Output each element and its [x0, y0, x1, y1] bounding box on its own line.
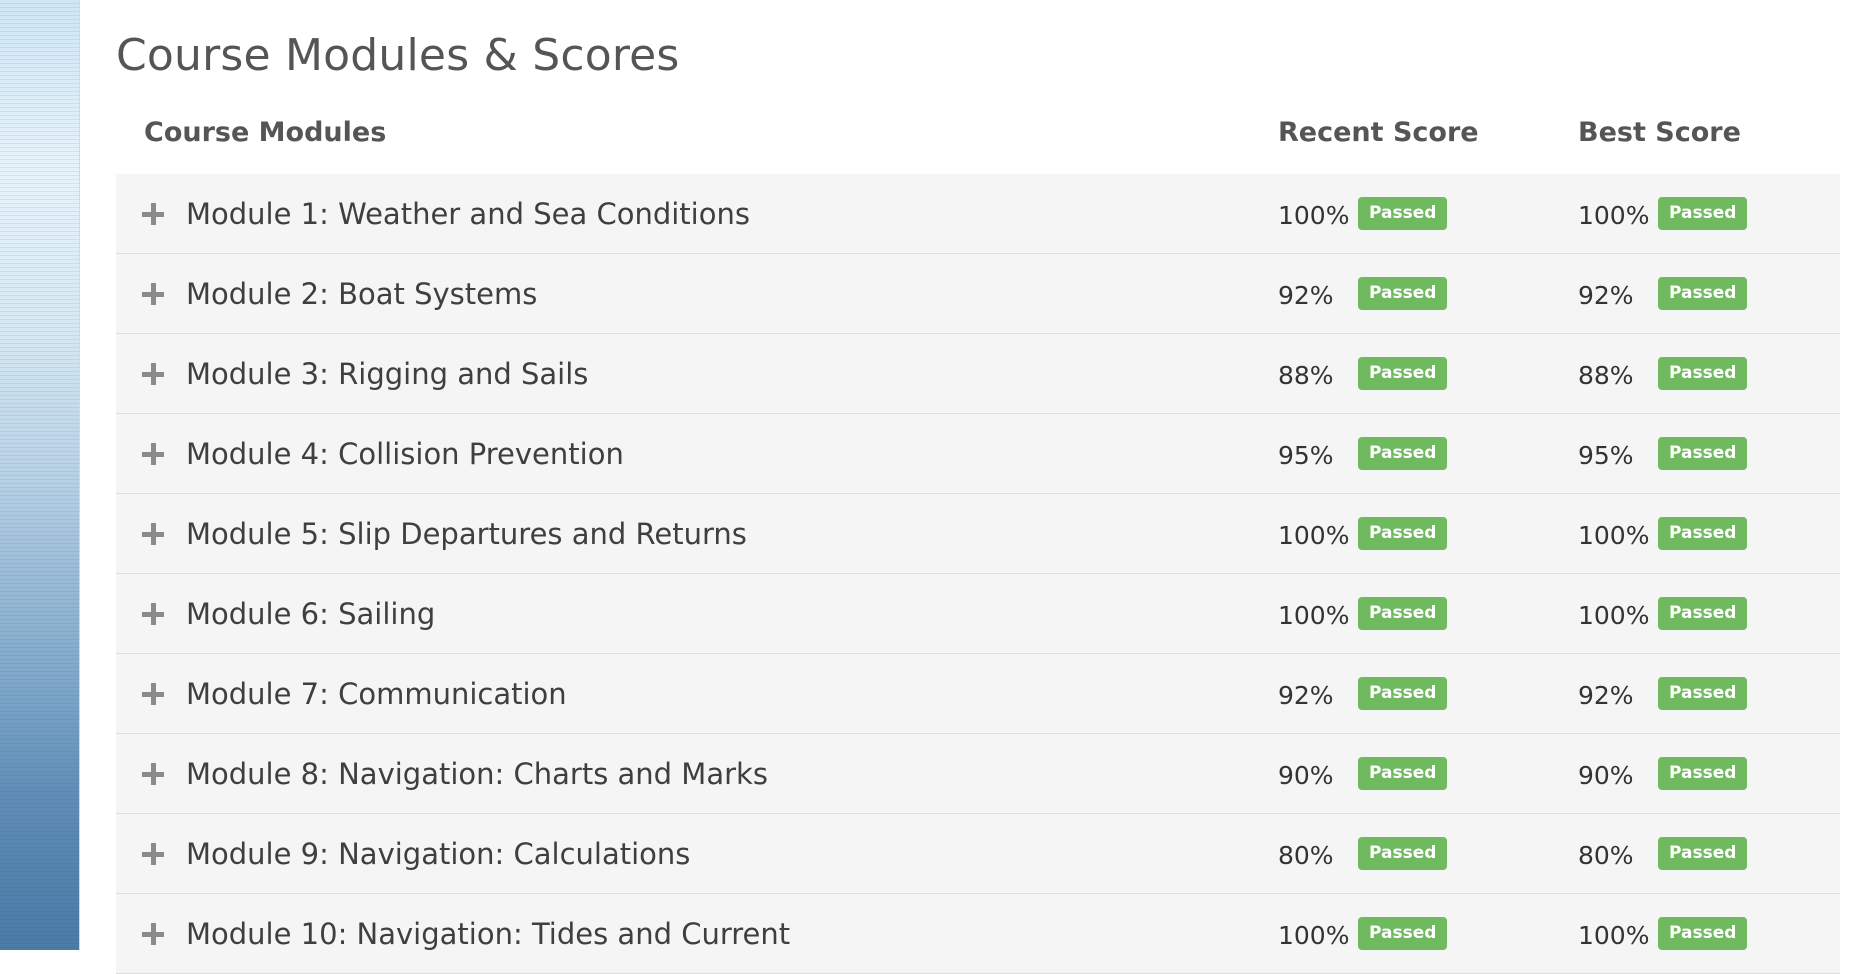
plus-icon[interactable]	[142, 762, 164, 785]
status-badge: Passed	[1658, 197, 1748, 230]
plus-icon[interactable]	[142, 922, 164, 945]
table-row[interactable]: Module 6: Sailing 100% Passed 100% Passe…	[116, 574, 1840, 654]
recent-score-value: 92%	[1278, 281, 1334, 310]
plus-icon[interactable]	[142, 522, 164, 545]
table-row[interactable]: Module 2: Boat Systems 92% Passed 92% Pa…	[116, 254, 1840, 334]
plus-icon[interactable]	[142, 362, 164, 385]
best-score-value: 92%	[1578, 281, 1634, 310]
table-row[interactable]: Module 10: Navigation: Tides and Current…	[116, 894, 1840, 974]
status-badge: Passed	[1358, 917, 1448, 950]
recent-score-value: 88%	[1278, 361, 1334, 390]
status-badge: Passed	[1658, 437, 1748, 470]
module-label[interactable]: Module 4: Collision Prevention	[186, 437, 624, 471]
status-badge: Passed	[1358, 597, 1448, 630]
header-best-score: Best Score	[1578, 116, 1741, 148]
plus-icon[interactable]	[142, 442, 164, 465]
recent-score-value: 92%	[1278, 681, 1334, 710]
status-badge: Passed	[1658, 677, 1748, 710]
table-row[interactable]: Module 8: Navigation: Charts and Marks 9…	[116, 734, 1840, 814]
status-badge: Passed	[1658, 517, 1748, 550]
status-badge: Passed	[1358, 357, 1448, 390]
best-score-value: 95%	[1578, 441, 1634, 470]
best-score-value: 100%	[1578, 601, 1650, 630]
best-score-value: 88%	[1578, 361, 1634, 390]
best-score-value: 80%	[1578, 841, 1634, 870]
page-title: Course Modules & Scores	[116, 30, 680, 81]
module-label[interactable]: Module 8: Navigation: Charts and Marks	[186, 757, 768, 791]
recent-score-value: 100%	[1278, 921, 1350, 950]
module-label[interactable]: Module 1: Weather and Sea Conditions	[186, 197, 750, 231]
table-header: Course Modules Recent Score Best Score	[116, 90, 1840, 174]
table-row[interactable]: Module 1: Weather and Sea Conditions 100…	[116, 174, 1840, 254]
plus-icon[interactable]	[142, 602, 164, 625]
plus-icon[interactable]	[142, 682, 164, 705]
table-row[interactable]: Module 3: Rigging and Sails 88% Passed 8…	[116, 334, 1840, 414]
header-recent-score: Recent Score	[1278, 116, 1479, 148]
status-badge: Passed	[1658, 277, 1748, 310]
plus-icon[interactable]	[142, 282, 164, 305]
recent-score-value: 100%	[1278, 521, 1350, 550]
status-badge: Passed	[1658, 837, 1748, 870]
status-badge: Passed	[1358, 837, 1448, 870]
table-row[interactable]: Module 5: Slip Departures and Returns 10…	[116, 494, 1840, 574]
header-course-modules: Course Modules	[144, 116, 387, 148]
best-score-value: 100%	[1578, 521, 1650, 550]
best-score-value: 90%	[1578, 761, 1634, 790]
module-label[interactable]: Module 6: Sailing	[186, 597, 435, 631]
status-badge: Passed	[1658, 917, 1748, 950]
module-table-body: Module 1: Weather and Sea Conditions 100…	[116, 174, 1840, 974]
table-row[interactable]: Module 4: Collision Prevention 95% Passe…	[116, 414, 1840, 494]
best-score-value: 100%	[1578, 921, 1650, 950]
status-badge: Passed	[1358, 757, 1448, 790]
module-label[interactable]: Module 3: Rigging and Sails	[186, 357, 588, 391]
status-badge: Passed	[1358, 517, 1448, 550]
table-row[interactable]: Module 9: Navigation: Calculations 80% P…	[116, 814, 1840, 894]
status-badge: Passed	[1658, 757, 1748, 790]
status-badge: Passed	[1358, 197, 1448, 230]
status-badge: Passed	[1358, 677, 1448, 710]
module-label[interactable]: Module 7: Communication	[186, 677, 567, 711]
recent-score-value: 100%	[1278, 601, 1350, 630]
best-score-value: 100%	[1578, 201, 1650, 230]
main-content: Course Modules & Scores Course Modules R…	[116, 0, 1840, 974]
recent-score-value: 90%	[1278, 761, 1334, 790]
plus-icon[interactable]	[142, 202, 164, 225]
recent-score-value: 100%	[1278, 201, 1350, 230]
best-score-value: 92%	[1578, 681, 1634, 710]
module-label[interactable]: Module 10: Navigation: Tides and Current	[186, 917, 790, 951]
module-label[interactable]: Module 9: Navigation: Calculations	[186, 837, 690, 871]
status-badge: Passed	[1358, 437, 1448, 470]
status-badge: Passed	[1658, 357, 1748, 390]
plus-icon[interactable]	[142, 842, 164, 865]
sidebar-ocean-image	[0, 0, 80, 950]
status-badge: Passed	[1358, 277, 1448, 310]
table-row[interactable]: Module 7: Communication 92% Passed 92% P…	[116, 654, 1840, 734]
recent-score-value: 80%	[1278, 841, 1334, 870]
recent-score-value: 95%	[1278, 441, 1334, 470]
module-label[interactable]: Module 5: Slip Departures and Returns	[186, 517, 747, 551]
module-label[interactable]: Module 2: Boat Systems	[186, 277, 537, 311]
status-badge: Passed	[1658, 597, 1748, 630]
